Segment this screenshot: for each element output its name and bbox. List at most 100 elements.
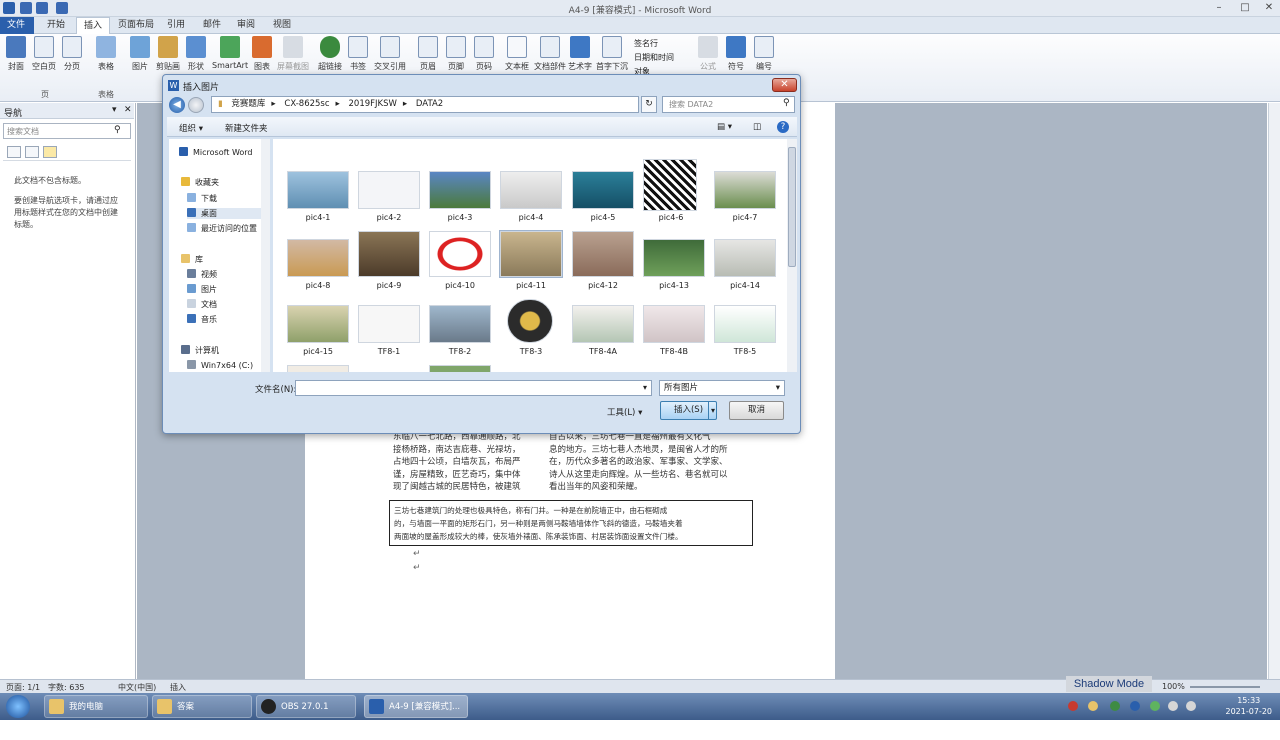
tab-file[interactable]: 文件: [0, 17, 34, 34]
results-view-icon[interactable]: [43, 146, 57, 158]
equation-button[interactable]: 公式: [694, 36, 722, 72]
tray-icon[interactable]: [1088, 701, 1098, 711]
page-break-button[interactable]: 分页: [58, 36, 86, 72]
vertical-scrollbar[interactable]: [1268, 103, 1280, 679]
date-time-item[interactable]: 日期和时间: [634, 52, 674, 63]
signature-line-item[interactable]: 签名行: [634, 38, 658, 49]
numbering-button[interactable]: 编号: [750, 36, 778, 72]
nav-downloads[interactable]: 下载: [187, 193, 217, 204]
tab-review[interactable]: 审阅: [230, 17, 262, 34]
nav-recent-places[interactable]: 最近访问的位置: [187, 223, 257, 234]
search-icon[interactable]: ⚲: [114, 125, 121, 135]
start-button[interactable]: [6, 695, 30, 718]
nav-search-input[interactable]: 搜索文档: [3, 123, 131, 139]
shapes-button[interactable]: 形状: [182, 36, 210, 72]
forward-button[interactable]: [188, 97, 204, 113]
tab-view[interactable]: 视图: [266, 17, 298, 34]
cross-reference-button[interactable]: 交叉引用: [372, 36, 408, 72]
tab-mailings[interactable]: 邮件: [196, 17, 228, 34]
tools-menu[interactable]: 工具(L) ▾: [607, 406, 642, 418]
pages-view-icon[interactable]: [25, 146, 39, 158]
doc-right-column[interactable]: 自古以来，三坊七巷一直是福州最有文化气 息的地方。三坊七巷人杰地灵，是闽省人才的…: [549, 431, 745, 494]
doc-text-box[interactable]: 三坊七巷建筑门的处理也极具特色，称有门井。一种是在前院墙正中，由石框砌成 的，与…: [389, 500, 753, 546]
hyperlink-button[interactable]: 超链接: [316, 36, 344, 72]
network-icon[interactable]: [1168, 701, 1178, 711]
tray-icon[interactable]: [1110, 701, 1120, 711]
header-button[interactable]: 页眉: [414, 36, 442, 72]
tray-icon[interactable]: [1130, 701, 1140, 711]
word-count[interactable]: 字数: 635: [48, 682, 85, 693]
scrollbar-thumb[interactable]: [788, 147, 796, 267]
nav-videos[interactable]: 视频: [187, 269, 217, 280]
cover-page-button[interactable]: 封面: [2, 36, 30, 72]
text-box-button[interactable]: 文本框: [503, 36, 531, 72]
picture-button[interactable]: 图片: [126, 36, 154, 72]
preview-pane-icon[interactable]: ◫: [753, 122, 761, 132]
doc-left-column[interactable]: 东临八一七北路，西靠通顺路，北 接杨桥路，南达吉庇巷、光禄坊， 占地四十公顷，白…: [393, 431, 539, 494]
nav-music[interactable]: 音乐: [187, 314, 217, 325]
insert-mode[interactable]: 插入: [170, 682, 186, 693]
tab-references[interactable]: 引用: [160, 17, 192, 34]
bookmark-button[interactable]: 书签: [344, 36, 372, 72]
wordart-button[interactable]: 艺术字: [566, 36, 594, 72]
pane-options-icon[interactable]: ▾: [112, 105, 117, 115]
page-number-button[interactable]: 页码: [470, 36, 498, 72]
address-bar[interactable]: ▮ 竞赛题库 ▸ CX-8625sc ▸ 2019FJKSW ▸ DATA2: [211, 96, 639, 113]
taskbar-item-word[interactable]: A4-9 [兼容模式]...: [364, 695, 468, 718]
cancel-button[interactable]: 取消: [729, 401, 784, 420]
insert-options-icon[interactable]: ▾: [708, 402, 717, 419]
chart-button[interactable]: 图表: [248, 36, 276, 72]
view-options-icon[interactable]: ▤ ▾: [717, 122, 732, 132]
help-icon[interactable]: ?: [777, 121, 789, 133]
search-icon[interactable]: ⚲: [783, 98, 790, 108]
nav-tree-scrollbar[interactable]: [261, 139, 270, 372]
tray-icon[interactable]: [1150, 701, 1160, 711]
screenshot-button[interactable]: 屏幕截图: [276, 36, 310, 72]
blank-page-button[interactable]: 空白页: [30, 36, 58, 72]
zoom-slider[interactable]: [1190, 686, 1260, 688]
dialog-search-input[interactable]: 搜索 DATA2: [662, 96, 795, 113]
minimize-button[interactable]: –: [1212, 2, 1226, 14]
smartart-button[interactable]: SmartArt: [212, 36, 248, 70]
nav-libraries[interactable]: 库: [181, 254, 203, 265]
refresh-icon[interactable]: ↻: [641, 96, 657, 113]
headings-view-icon[interactable]: [7, 146, 21, 158]
quick-parts-button[interactable]: 文档部件: [533, 36, 567, 72]
clip-art-button[interactable]: 剪贴画: [154, 36, 182, 72]
taskbar-item-obs[interactable]: OBS 27.0.1 (64-...: [256, 695, 356, 734]
organize-menu[interactable]: 组织 ▾: [179, 122, 203, 134]
taskbar-item-my-computer[interactable]: 我的电脑: [44, 695, 148, 718]
tab-insert[interactable]: 插入: [76, 17, 111, 35]
breadcrumb-item[interactable]: DATA2: [416, 99, 443, 109]
dialog-close-button[interactable]: ✕: [772, 78, 797, 92]
back-button[interactable]: ◀: [169, 97, 185, 113]
symbol-button[interactable]: 符号: [722, 36, 750, 72]
breadcrumb-item[interactable]: 竞赛题库: [231, 99, 265, 109]
maximize-button[interactable]: □: [1238, 2, 1252, 14]
chevron-down-icon[interactable]: ▾: [643, 383, 647, 392]
nav-microsoft-word[interactable]: Microsoft Word: [179, 147, 253, 157]
tray-icon[interactable]: [1068, 701, 1078, 711]
table-button[interactable]: 表格: [92, 36, 120, 72]
breadcrumb-item[interactable]: CX-8625sc: [284, 99, 329, 109]
taskbar-item-answers[interactable]: 答案: [152, 695, 252, 718]
nav-computer[interactable]: 计算机: [181, 345, 219, 356]
tab-page-layout[interactable]: 页面布局: [111, 17, 161, 34]
pane-close-icon[interactable]: ✕: [124, 105, 132, 115]
language-indicator[interactable]: 中文(中国): [118, 682, 156, 693]
volume-icon[interactable]: [1186, 701, 1196, 711]
nav-drive-c[interactable]: Win7x64 (C:): [187, 360, 253, 370]
drop-cap-button[interactable]: 首字下沉: [596, 36, 628, 72]
breadcrumb-item[interactable]: 2019FJKSW: [349, 99, 397, 109]
page-count[interactable]: 页面: 1/1: [6, 682, 40, 693]
taskbar-clock[interactable]: 15:33 2021-07-20: [1226, 695, 1273, 717]
nav-pictures[interactable]: 图片: [187, 284, 217, 295]
zoom-level[interactable]: 100%: [1162, 682, 1185, 691]
close-button[interactable]: ✕: [1262, 2, 1276, 14]
new-folder-button[interactable]: 新建文件夹: [225, 122, 268, 134]
nav-favorites[interactable]: 收藏夹: [181, 177, 219, 188]
file-list-scrollbar[interactable]: [787, 139, 797, 372]
nav-documents[interactable]: 文档: [187, 299, 217, 310]
nav-desktop[interactable]: 桌面: [187, 208, 267, 219]
footer-button[interactable]: 页脚: [442, 36, 470, 72]
